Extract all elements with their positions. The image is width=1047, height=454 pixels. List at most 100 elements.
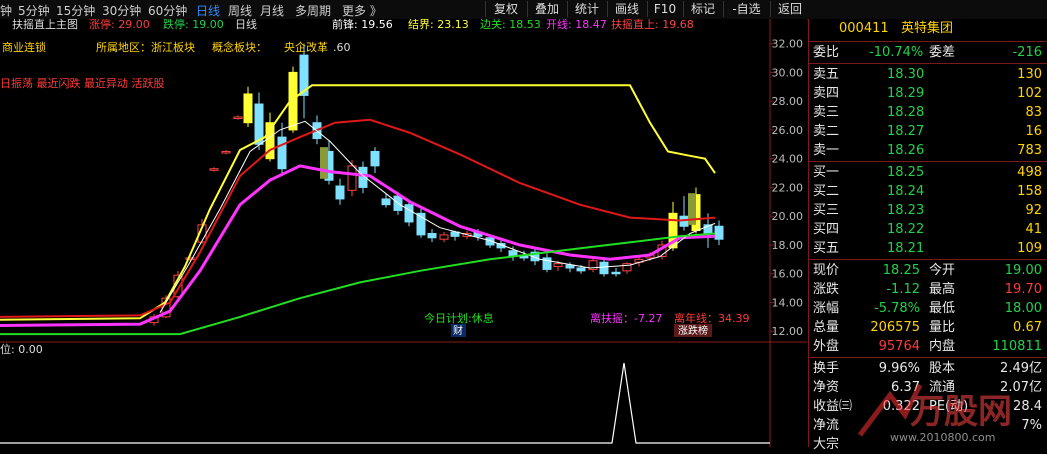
fund-label: 收益㈢ [813, 399, 853, 414]
plan-label: 今日计划:休息 [424, 311, 494, 325]
stat-label: 涨跌 [813, 282, 840, 297]
zhangdiebang-badge: 涨跌榜 [678, 324, 708, 337]
y-tick-label: 18.00 [772, 239, 804, 252]
bid-price: 18.23 [887, 203, 925, 218]
chart-area[interactable]: 32.00 30.00 28.00 26.00 24.00 22.00 20.00 18.00… [0, 17, 807, 447]
stat-row: 现价 18.25 今开 19.00 [809, 261, 1047, 280]
candle-body [277, 136, 287, 170]
indicator-name: 扶摇直上主图 [12, 19, 78, 31]
ask-label: 卖二 [813, 124, 840, 139]
candle-body [233, 116, 243, 119]
kline-chart[interactable]: 32.00 30.00 28.00 26.00 24.00 22.00 20.00 18.00… [0, 17, 807, 447]
stat-value: 18.25 [882, 263, 920, 278]
period-tab-2[interactable]: 15分钟 [56, 2, 95, 19]
candle-body [370, 150, 380, 167]
toolbar-button-1[interactable]: 叠加 [527, 1, 566, 17]
toolbar-button-7[interactable]: 返回 [770, 1, 809, 17]
ask-volume: 130 [1017, 67, 1042, 82]
weicha-value: -216 [1012, 45, 1042, 60]
candle-body [243, 93, 253, 124]
divider [809, 161, 1047, 162]
stat-row: 涨跌 -1.12 最高 19.70 [809, 280, 1047, 299]
weibi-row: 委比 -10.74% 委差 -216 [809, 43, 1047, 62]
period-tab-4[interactable]: 60分钟 [148, 2, 187, 19]
ask-label: 卖三 [813, 105, 840, 120]
divider [809, 63, 1047, 64]
weibi-label: 委比 [813, 45, 840, 60]
bid-label: 买二 [813, 184, 840, 199]
bid-row: 买三 18.23 92 [809, 201, 1047, 220]
candle-body [565, 264, 575, 269]
ask-price: 18.28 [887, 105, 925, 120]
y-tick-label: 32.00 [772, 38, 804, 51]
bid-label: 买一 [813, 165, 840, 180]
period-tab-9[interactable]: 更多 》 [342, 2, 382, 19]
ask-row: 卖三 18.28 83 [809, 103, 1047, 122]
stat-label: 总量 [813, 320, 840, 335]
divider [809, 357, 1047, 358]
candle-body [714, 225, 724, 240]
stat-value: -5.78% [874, 301, 920, 316]
stock-name: 英特集团 [901, 21, 954, 36]
y-tick-label: 22.00 [772, 181, 804, 194]
ask-volume: 783 [1017, 143, 1042, 158]
y-tick-label: 20.00 [772, 210, 804, 223]
period-tab-6[interactable]: 周线 [228, 2, 252, 19]
bid-label: 买三 [813, 203, 840, 218]
li-fuyao-label: 离扶摇：-7.27 [590, 311, 662, 325]
stat-label: 涨幅 [813, 301, 840, 316]
period-toolbar: 钟 5分钟 15分钟 30分钟 60分钟 日线 周线 月线 多周期 更多 》 复权 叠加 统计 画线 F10… [0, 0, 1047, 20]
kaixian-value: 开线: 18.47 [546, 19, 607, 31]
stat-value: 110811 [992, 339, 1042, 354]
bid-row: 买五 18.21 109 [809, 239, 1047, 258]
divider [809, 259, 1047, 260]
period-tab-7[interactable]: 月线 [260, 2, 284, 19]
cai-badge: 财 [453, 324, 463, 337]
candle-body [347, 165, 357, 191]
candle-body [221, 150, 231, 154]
bid-volume: 498 [1017, 165, 1042, 180]
ask-label: 卖四 [813, 86, 840, 101]
ask-price: 18.30 [887, 67, 925, 82]
stat-row: 外盘 95764 内盘 110811 [809, 337, 1047, 356]
qianfeng-value: 前锋: 19.56 [332, 19, 393, 31]
fund-label: 净流 [813, 418, 840, 433]
bid-volume: 92 [1025, 203, 1042, 218]
ask-volume: 102 [1017, 86, 1042, 101]
y-tick-label: 14.00 [772, 296, 804, 309]
period-tab-8[interactable]: 多周期 [295, 2, 331, 19]
toolbar-button-2[interactable]: 统计 [567, 1, 606, 17]
weicha-label: 委差 [929, 45, 956, 60]
watermark-url: www.2010800.com [890, 431, 995, 444]
li-nianxian-label: 离年线：34.39 [674, 311, 750, 325]
stat-value: 18.00 [1004, 301, 1042, 316]
stock-tags: 日振荡 最近闪跌 最近异动 活跃股 [0, 76, 165, 90]
toolbar-button-5[interactable]: 标记 [683, 1, 722, 17]
toolbar-button-4[interactable]: F10 [647, 1, 682, 17]
bianguan-value: 边关: 18.53 [480, 19, 541, 31]
toolbar-button-0[interactable]: 复权 [485, 1, 526, 17]
candle-body [439, 234, 449, 240]
bid-row: 买二 18.24 158 [809, 182, 1047, 201]
limit-down-label: 跌停: 19.00 [163, 19, 224, 31]
limit-up-label: 涨停: 29.00 [89, 19, 150, 31]
toolbar-button-3[interactable]: 画线 [607, 1, 646, 17]
period-tab-1[interactable]: 5分钟 [18, 2, 50, 19]
watermark-logo: 万股网 www.2010800.com [850, 375, 1040, 447]
stat-label: 最高 [929, 282, 956, 297]
price-tag: .60 [333, 41, 351, 54]
period-tab-3[interactable]: 30分钟 [102, 2, 141, 19]
period-tab-5[interactable]: 日线 [196, 2, 220, 19]
ask-row: 卖一 18.26 783 [809, 141, 1047, 160]
fund-label: 净资 [813, 380, 840, 395]
ask-row: 卖二 18.27 16 [809, 122, 1047, 141]
bid-volume: 41 [1025, 222, 1042, 237]
period-tab-0[interactable]: 钟 [0, 2, 12, 19]
stat-label: 外盘 [813, 339, 840, 354]
y-tick-label: 28.00 [772, 95, 804, 108]
stat-label: 内盘 [929, 339, 956, 354]
toolbar-button-6[interactable]: -自选 [723, 1, 769, 17]
sub-indicator-label: 位: 0.00 [0, 342, 43, 356]
stat-row: 涨幅 -5.78% 最低 18.00 [809, 299, 1047, 318]
ask-row: 卖四 18.29 102 [809, 84, 1047, 103]
